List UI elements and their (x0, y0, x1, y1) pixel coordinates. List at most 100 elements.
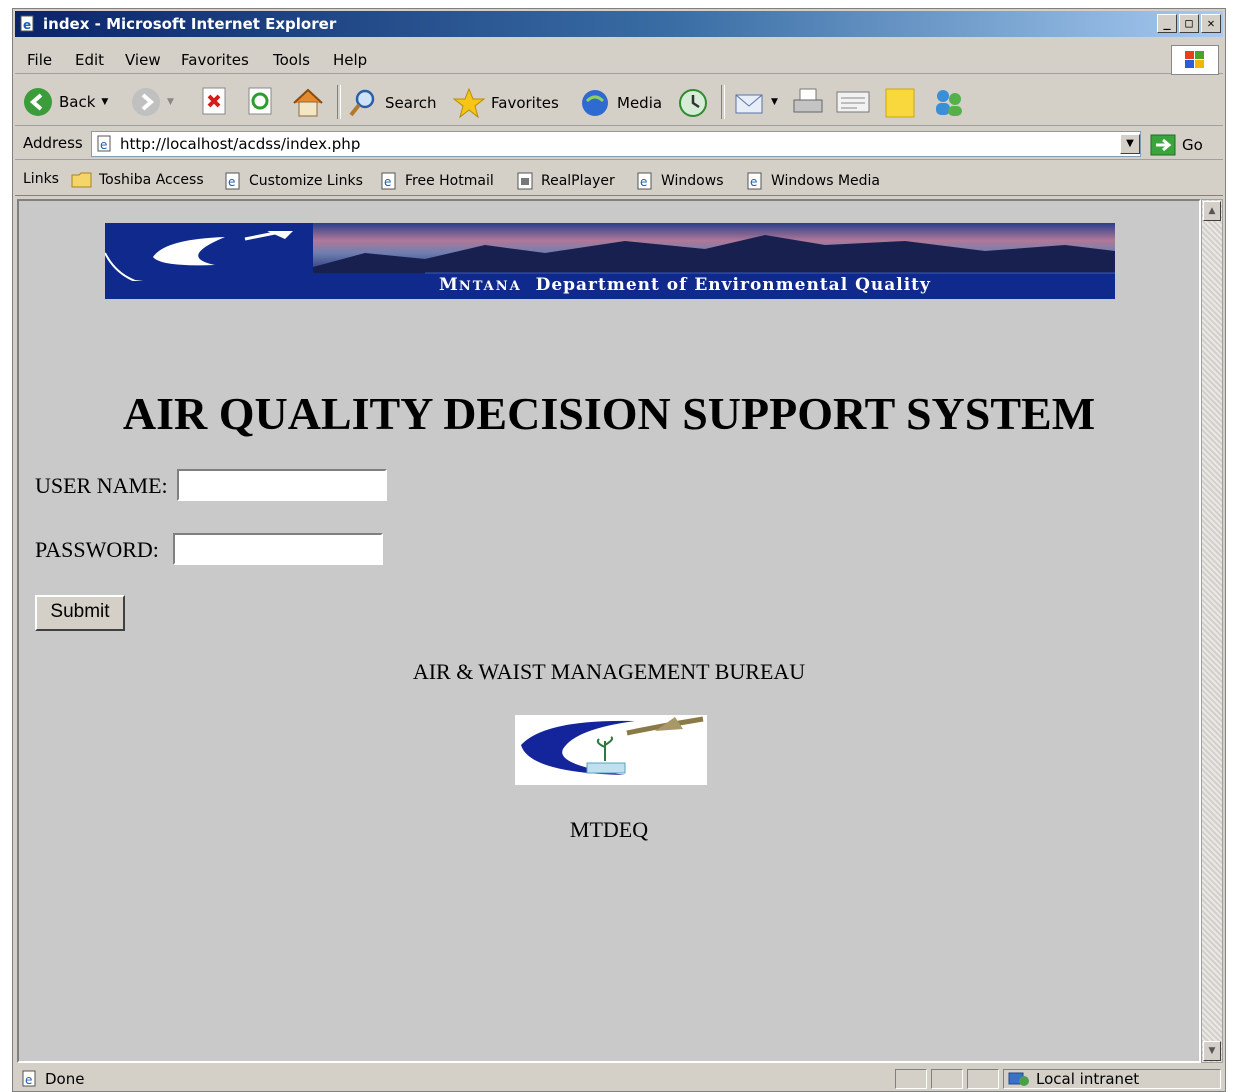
scroll-down-icon[interactable]: ▼ (1203, 1041, 1221, 1061)
svg-text:e: e (23, 18, 31, 32)
deq-banner: MNTANA Department of Environmental Quali… (105, 223, 1115, 299)
favorites-button[interactable]: Favorites (453, 87, 559, 119)
banner-dept: Department of Environmental Quality (535, 275, 931, 295)
menu-favorites[interactable]: Favorites (181, 51, 249, 69)
page-content: MNTANA Department of Environmental Quali… (17, 199, 1201, 1063)
address-bar: Address e http://localhost/acdss/index.p… (15, 129, 1223, 160)
intranet-globe-icon (1008, 1072, 1029, 1086)
svg-text:e: e (228, 175, 235, 189)
link-label: Free Hotmail (405, 173, 494, 189)
printer-icon (793, 88, 823, 113)
link-label: Windows Media (771, 173, 880, 189)
back-label: Back (59, 93, 96, 111)
messenger-icon (936, 90, 962, 116)
folder-icon (71, 172, 92, 188)
realplayer-icon (517, 172, 533, 190)
back-button[interactable]: Back ▼ (23, 87, 108, 117)
link-windows[interactable]: e Windows (635, 171, 724, 191)
page-status-icon: e (22, 1070, 36, 1087)
vertical-scrollbar[interactable]: ▲ ▼ (1201, 199, 1223, 1063)
forward-button[interactable]: ▼ (131, 87, 174, 117)
go-arrow-icon (1150, 134, 1176, 156)
menu-bar: File Edit View Favorites Tools Help (15, 45, 1223, 75)
address-dropdown-icon[interactable]: ▼ (1120, 134, 1140, 154)
status-text: Done (45, 1070, 85, 1088)
link-label: Toshiba Access (99, 172, 204, 188)
address-input[interactable]: e http://localhost/acdss/index.php ▼ (91, 131, 1141, 157)
search-button[interactable]: Search (347, 87, 437, 119)
print-button[interactable] (791, 87, 825, 119)
ie-link-icon: e (381, 172, 396, 190)
minimize-button[interactable]: _ (1157, 14, 1177, 33)
ie-link-icon: e (747, 172, 762, 190)
media-icon (582, 90, 608, 116)
address-label: Address (23, 134, 83, 152)
bureau-name: AIR & WAIST MANAGEMENT BUREAU (412, 659, 806, 684)
forward-arrow-icon (132, 88, 160, 116)
home-button[interactable] (291, 87, 325, 119)
address-url: http://localhost/acdss/index.php (120, 135, 361, 153)
go-button[interactable]: Go (1150, 134, 1203, 156)
favorites-label: Favorites (491, 94, 559, 112)
link-toshiba-access[interactable]: Toshiba Access (71, 171, 204, 189)
forward-dropdown-icon[interactable]: ▼ (167, 97, 174, 107)
footer-text: MTDEQ (569, 817, 649, 842)
discuss-button[interactable] (883, 87, 917, 119)
scroll-up-icon[interactable]: ▲ (1203, 201, 1221, 221)
link-windows-media[interactable]: e Windows Media (745, 171, 880, 191)
svg-text:e: e (750, 175, 757, 189)
windows-logo-icon (1171, 45, 1219, 75)
submit-button[interactable]: Submit (35, 595, 125, 631)
edit-button[interactable] (835, 87, 871, 117)
window-title: index - Microsoft Internet Explorer (43, 15, 337, 33)
back-arrow-icon (24, 88, 52, 116)
edit-page-icon (836, 91, 870, 113)
banner-brand-rest: NTANA (458, 279, 522, 294)
link-label: Customize Links (249, 173, 363, 189)
refresh-icon (248, 87, 272, 115)
link-customize-links[interactable]: e Customize Links (223, 171, 363, 191)
note-icon (885, 88, 915, 118)
search-label: Search (385, 94, 437, 112)
stop-button[interactable] (201, 87, 227, 115)
title-bar: e index - Microsoft Internet Explorer _ … (15, 11, 1223, 37)
links-label: Links (23, 171, 59, 187)
history-button[interactable] (677, 87, 709, 119)
password-input[interactable] (173, 533, 383, 565)
svg-text:e: e (640, 175, 647, 189)
username-label: USER NAME: (35, 473, 168, 498)
media-label: Media (617, 94, 663, 112)
menu-help[interactable]: Help (333, 51, 367, 69)
menu-edit[interactable]: Edit (75, 51, 104, 69)
mail-dropdown-icon[interactable]: ▼ (771, 97, 778, 107)
history-icon (679, 89, 707, 117)
close-button[interactable]: ✕ (1201, 14, 1221, 33)
banner-title: MNTANA Department of Environmental Quali… (439, 275, 931, 295)
links-bar: Links Toshiba Access e Customize Links e… (15, 165, 1223, 196)
ie-link-icon: e (225, 172, 240, 190)
menu-tools[interactable]: Tools (273, 51, 310, 69)
status-bar: e Done Local intranet (15, 1067, 1223, 1091)
go-label: Go (1182, 136, 1203, 154)
home-icon (293, 88, 323, 117)
banner-brand-m: M (439, 275, 459, 295)
svg-text:e: e (384, 175, 391, 189)
link-label: Windows (661, 173, 724, 189)
menu-view[interactable]: View (125, 51, 161, 69)
maximize-button[interactable]: □ (1179, 14, 1199, 33)
deq-logo (515, 715, 707, 785)
link-free-hotmail[interactable]: e Free Hotmail (379, 171, 494, 191)
search-icon (349, 89, 375, 117)
messenger-button[interactable] (929, 87, 967, 119)
mail-button[interactable]: ▼ (733, 87, 778, 117)
refresh-button[interactable] (247, 87, 273, 115)
browser-window: e index - Microsoft Internet Explorer _ … (12, 8, 1226, 1092)
link-realplayer[interactable]: RealPlayer (515, 171, 615, 191)
media-button[interactable]: Media (579, 87, 662, 119)
ie-page-icon: e (20, 15, 34, 32)
back-dropdown-icon[interactable]: ▼ (101, 97, 108, 107)
svg-text:e: e (100, 138, 107, 152)
standard-toolbar: Back ▼ ▼ Search Favorites Media ▼ (15, 79, 1223, 126)
username-input[interactable] (177, 469, 387, 501)
menu-file[interactable]: File (27, 51, 52, 69)
